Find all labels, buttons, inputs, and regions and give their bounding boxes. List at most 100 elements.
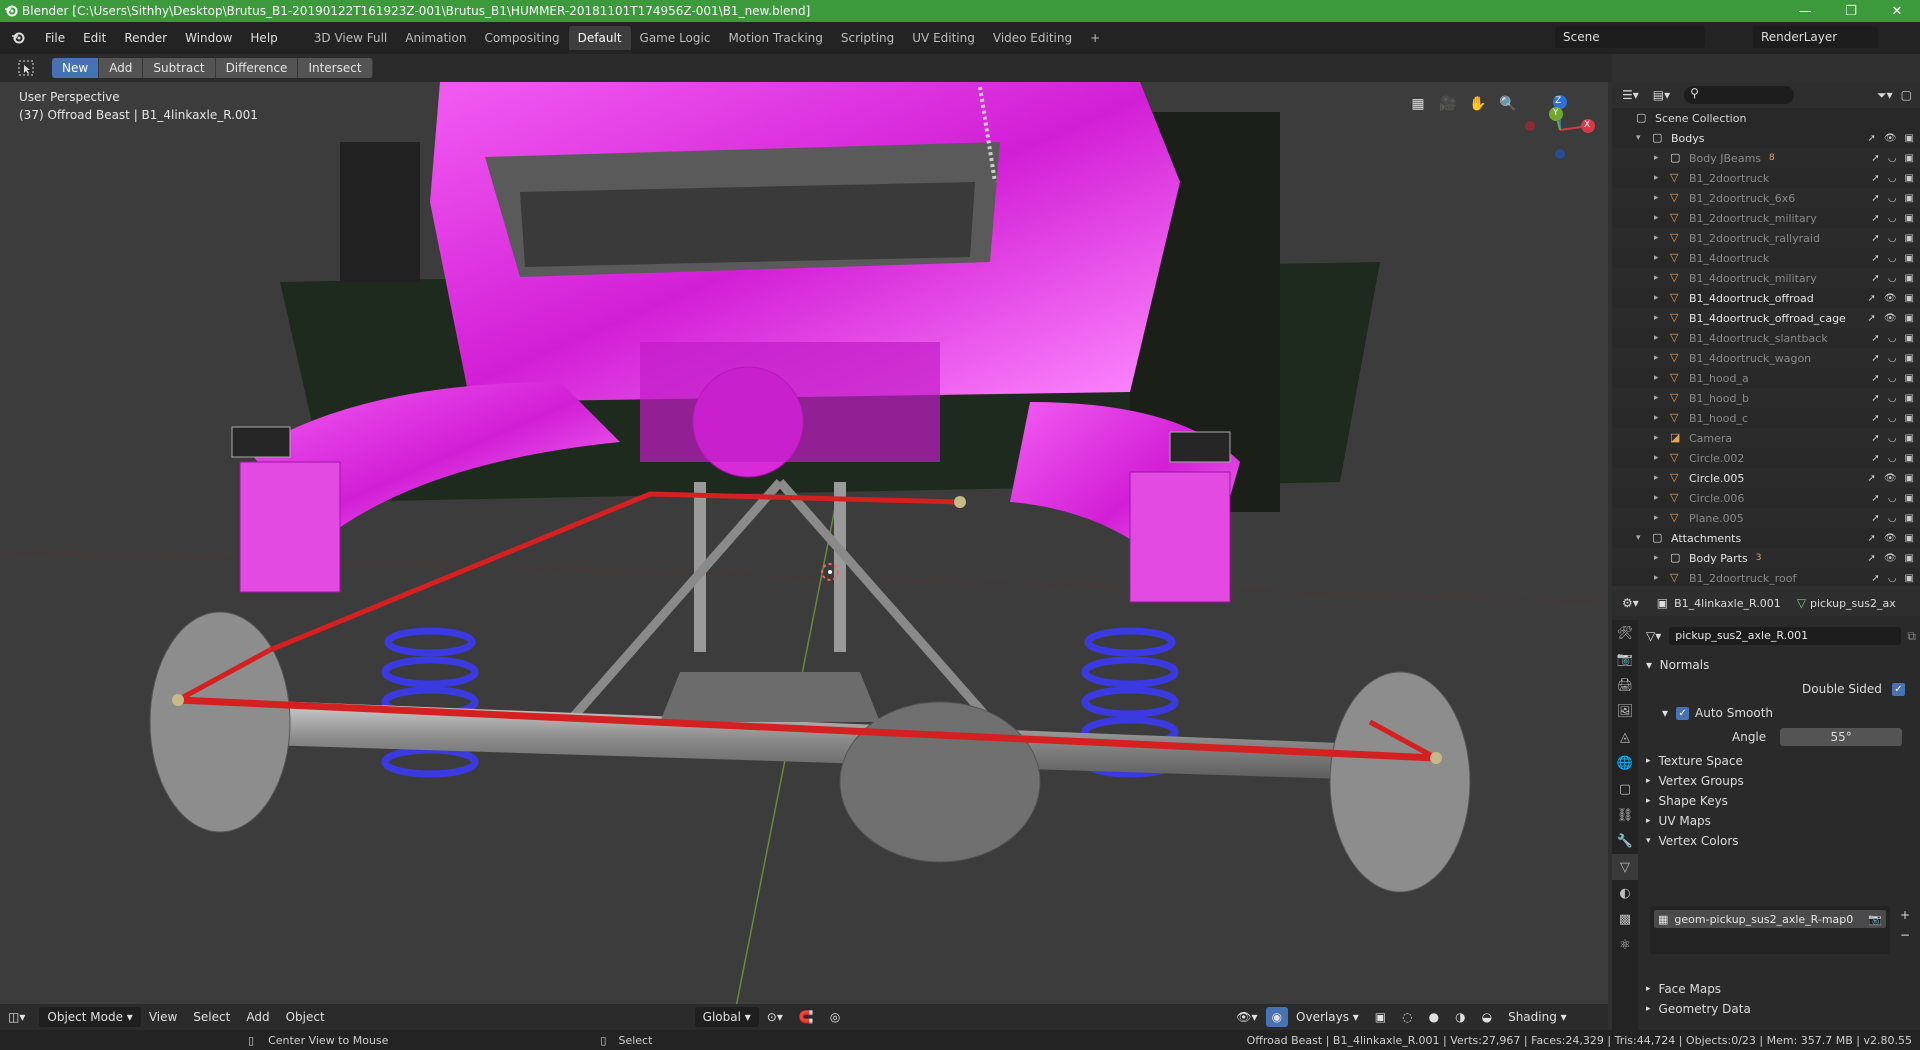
outliner-row[interactable]: ▸ ▽ B1_2doortruck_6x6 ➚ ◡ ▣	[1612, 188, 1920, 208]
grid-view-icon[interactable]: ▦	[1408, 96, 1428, 116]
expand-arrow-icon[interactable]: ▸	[1654, 253, 1664, 263]
display-mode-icon[interactable]: ▤▾	[1653, 88, 1670, 102]
selectable-icon[interactable]: ➚	[1871, 573, 1879, 584]
constraints-tab-icon[interactable]: ⛓	[1612, 802, 1638, 828]
selectable-icon[interactable]: ➚	[1871, 373, 1879, 384]
selectable-icon[interactable]: ➚	[1871, 213, 1879, 224]
render-camera-icon[interactable]: ▣	[1905, 433, 1914, 444]
filter-icon[interactable]: ⏷▾	[1877, 88, 1893, 103]
render-camera-icon[interactable]: ▣	[1905, 253, 1914, 264]
render-camera-icon[interactable]: ▣	[1905, 553, 1914, 564]
expand-arrow-icon[interactable]: ▸	[1654, 293, 1664, 303]
expand-arrow-icon[interactable]: ▸	[1654, 373, 1664, 383]
selectable-icon[interactable]: ➚	[1867, 473, 1875, 484]
panel-header-face-maps[interactable]: ▸ Face Maps	[1646, 978, 1721, 1000]
add-workspace-button[interactable]: +	[1081, 26, 1109, 50]
expand-arrow-icon[interactable]: ▸	[1654, 433, 1664, 443]
eye-icon[interactable]: 👁	[1884, 553, 1897, 564]
tab-animation[interactable]: Animation	[396, 26, 475, 50]
eye-icon[interactable]: ◡	[1888, 333, 1897, 344]
outliner-row[interactable]: ▸ ▽ Circle.006 ➚ ◡ ▣	[1612, 488, 1920, 508]
render-camera-icon[interactable]: ▣	[1905, 373, 1914, 384]
menu-window[interactable]: Window	[176, 31, 241, 45]
eye-icon[interactable]: ◡	[1888, 373, 1897, 384]
outliner-row[interactable]: ▸ ▽ B1_2doortruck_military ➚ ◡ ▣	[1612, 208, 1920, 228]
render-camera-icon[interactable]: ▣	[1905, 513, 1914, 524]
normals-panel-header[interactable]: ▾ Normals	[1646, 654, 1709, 676]
angle-field[interactable]: 55°	[1780, 728, 1903, 746]
eye-icon[interactable]: 👁	[1884, 313, 1897, 324]
outliner-editor-icon[interactable]: ☰▾	[1622, 88, 1639, 102]
mesh-browse-icon[interactable]: ▽▾	[1646, 629, 1661, 643]
mode-dropdown[interactable]: Object Mode ▾	[39, 1007, 141, 1027]
auto-smooth-checkbox[interactable]: ✓	[1676, 706, 1690, 720]
outliner-search-input[interactable]: ⚲	[1684, 86, 1795, 104]
render-tab-icon[interactable]: 📷	[1612, 646, 1638, 672]
outliner-row[interactable]: ▸ ▽ B1_4doortruck_wagon ➚ ◡ ▣	[1612, 348, 1920, 368]
render-camera-icon[interactable]: ▣	[1905, 333, 1914, 344]
menu-file[interactable]: File	[36, 31, 74, 45]
zoom-view-icon[interactable]: 🔍	[1498, 96, 1518, 116]
selectable-icon[interactable]: ➚	[1871, 233, 1879, 244]
outliner-row[interactable]: ▸ ▽ B1_2doortruck_rallyraid ➚ ◡ ▣	[1612, 228, 1920, 248]
outliner-row[interactable]: ▸ ▢ Body JBeams 8 ➚ ◡ ▣	[1612, 148, 1920, 168]
pan-view-icon[interactable]: ✋	[1468, 96, 1488, 116]
expand-arrow-icon[interactable]: ▸	[1654, 513, 1664, 523]
scene-tab-icon[interactable]: ◬	[1612, 724, 1638, 750]
panel-header-shape-keys[interactable]: ▸ Shape Keys	[1646, 790, 1728, 812]
menu-select[interactable]: Select	[185, 1010, 238, 1024]
expand-arrow-icon[interactable]: ▸	[1654, 413, 1664, 423]
outliner-row[interactable]: ▸ ▽ B1_hood_a ➚ ◡ ▣	[1612, 368, 1920, 388]
render-camera-icon[interactable]: ▣	[1905, 213, 1914, 224]
boolean-new-button[interactable]: New	[52, 58, 100, 78]
selectable-icon[interactable]: ➚	[1871, 193, 1879, 204]
menu-edit[interactable]: Edit	[74, 31, 115, 45]
render-camera-icon[interactable]: ▣	[1905, 473, 1914, 484]
eye-icon[interactable]: 👁	[1884, 293, 1897, 304]
snap-icon[interactable]: 🧲	[791, 1010, 822, 1024]
selectable-icon[interactable]: ➚	[1871, 173, 1879, 184]
panel-header-vertex-colors[interactable]: ▾ Vertex Colors	[1646, 830, 1739, 852]
orientation-dropdown[interactable]: Global ▾	[694, 1007, 759, 1027]
render-camera-icon[interactable]: ▣	[1905, 493, 1914, 504]
selectable-icon[interactable]: ➚	[1867, 553, 1875, 564]
eye-icon[interactable]: ◡	[1888, 433, 1897, 444]
view-layer-selector[interactable]: RenderLayer	[1753, 26, 1878, 48]
outliner-row[interactable]: ▸ ▽ B1_4doortruck_offroad ➚ 👁 ▣	[1612, 288, 1920, 308]
selectable-icon[interactable]: ➚	[1871, 413, 1879, 424]
expand-arrow-icon[interactable]: ▸	[1654, 453, 1664, 463]
eye-icon[interactable]: ◡	[1888, 573, 1897, 584]
expand-arrow-icon[interactable]: ▸	[1654, 313, 1664, 323]
material-tab-icon[interactable]: ◐	[1612, 880, 1638, 906]
eye-icon[interactable]: ◡	[1888, 413, 1897, 424]
double-sided-checkbox[interactable]: ✓	[1891, 682, 1905, 696]
expand-arrow-icon[interactable]: ▸	[1654, 173, 1664, 183]
expand-arrow-icon[interactable]: ▾	[1636, 533, 1646, 543]
menu-view[interactable]: View	[141, 1010, 185, 1024]
add-vertex-color-button[interactable]: +	[1900, 908, 1910, 922]
rendered-shading-icon[interactable]: ◒	[1474, 1010, 1500, 1024]
expand-arrow-icon[interactable]: ▸	[1654, 153, 1664, 163]
expand-arrow-icon[interactable]: ▾	[1636, 133, 1646, 143]
select-box-icon[interactable]	[0, 59, 52, 77]
expand-arrow-icon[interactable]: ▸	[1654, 493, 1664, 503]
outliner-row[interactable]: ▸ ▽ B1_4doortruck_slantback ➚ ◡ ▣	[1612, 328, 1920, 348]
selectable-icon[interactable]: ➚	[1871, 253, 1879, 264]
outliner-row[interactable]: ▸ ▽ B1_2doortruck ➚ ◡ ▣	[1612, 168, 1920, 188]
modifiers-tab-icon[interactable]: 🔧	[1612, 828, 1638, 854]
render-camera-icon[interactable]: ▣	[1905, 153, 1914, 164]
selectable-icon[interactable]: ➚	[1871, 333, 1879, 344]
maximize-button[interactable]: ❐	[1828, 0, 1874, 22]
selectable-icon[interactable]: ➚	[1871, 493, 1879, 504]
expand-arrow-icon[interactable]: ▸	[1654, 273, 1664, 283]
object-tab-icon[interactable]: ▢	[1612, 776, 1638, 802]
menu-add[interactable]: Add	[238, 1010, 277, 1024]
mesh-data-tab-icon[interactable]: ▽	[1612, 854, 1638, 880]
outliner-row[interactable]: ▸ ▽ Circle.002 ➚ ◡ ▣	[1612, 448, 1920, 468]
eye-icon[interactable]: ◡	[1888, 153, 1897, 164]
remove-vertex-color-button[interactable]: −	[1900, 928, 1910, 942]
physics-tab-icon[interactable]: ⚛	[1612, 932, 1638, 958]
outliner-row[interactable]: ▾ ▢ Bodys ➚ 👁 ▣	[1612, 128, 1920, 148]
outliner-row[interactable]: ▸ ▽ B1_2doortruck_roof ➚ ◡ ▣	[1612, 568, 1920, 586]
output-tab-icon[interactable]: 🖨	[1612, 672, 1638, 698]
